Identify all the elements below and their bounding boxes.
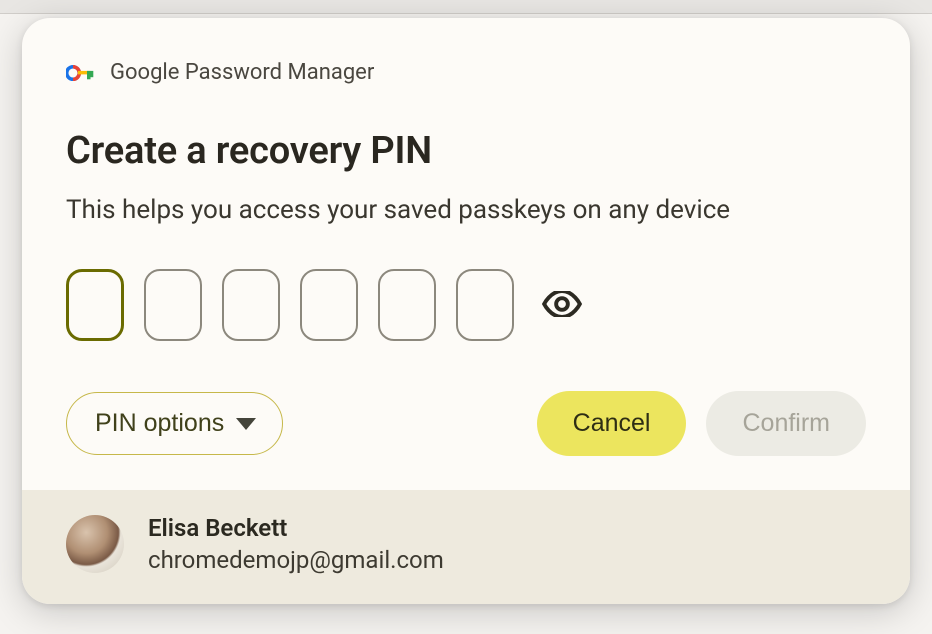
pin-digit-1[interactable] bbox=[66, 269, 124, 341]
cancel-button[interactable]: Cancel bbox=[537, 391, 687, 456]
pin-digit-3[interactable] bbox=[222, 269, 280, 341]
dialog-subtitle: This helps you access your saved passkey… bbox=[66, 195, 866, 225]
pin-input-row bbox=[66, 269, 866, 341]
pin-digit-6[interactable] bbox=[456, 269, 514, 341]
brand-label: Google Password Manager bbox=[110, 60, 374, 85]
chevron-down-icon bbox=[236, 418, 256, 430]
account-name: Elisa Beckett bbox=[148, 514, 444, 542]
account-email: chromedemojp@gmail.com bbox=[148, 546, 444, 574]
pin-digit-2[interactable] bbox=[144, 269, 202, 341]
confirm-button: Confirm bbox=[706, 391, 866, 456]
account-text: Elisa Beckett chromedemojp@gmail.com bbox=[148, 514, 444, 574]
pin-options-label: PIN options bbox=[95, 409, 224, 438]
actions-row: PIN options Cancel Confirm bbox=[66, 391, 866, 456]
pin-options-dropdown[interactable]: PIN options bbox=[66, 392, 283, 455]
avatar bbox=[66, 515, 124, 573]
toggle-visibility-button[interactable] bbox=[540, 283, 584, 327]
right-actions: Cancel Confirm bbox=[537, 391, 866, 456]
eye-icon bbox=[542, 291, 582, 320]
account-footer: Elisa Beckett chromedemojp@gmail.com bbox=[22, 490, 910, 604]
window-chrome-bar bbox=[0, 0, 932, 14]
pin-digit-4[interactable] bbox=[300, 269, 358, 341]
recovery-pin-dialog: Google Password Manager Create a recover… bbox=[22, 18, 910, 604]
dialog-title: Create a recovery PIN bbox=[66, 129, 866, 173]
google-password-manager-key-icon bbox=[66, 63, 94, 83]
brand-row: Google Password Manager bbox=[66, 60, 866, 85]
pin-digit-5[interactable] bbox=[378, 269, 436, 341]
dialog-body: Google Password Manager Create a recover… bbox=[22, 18, 910, 490]
